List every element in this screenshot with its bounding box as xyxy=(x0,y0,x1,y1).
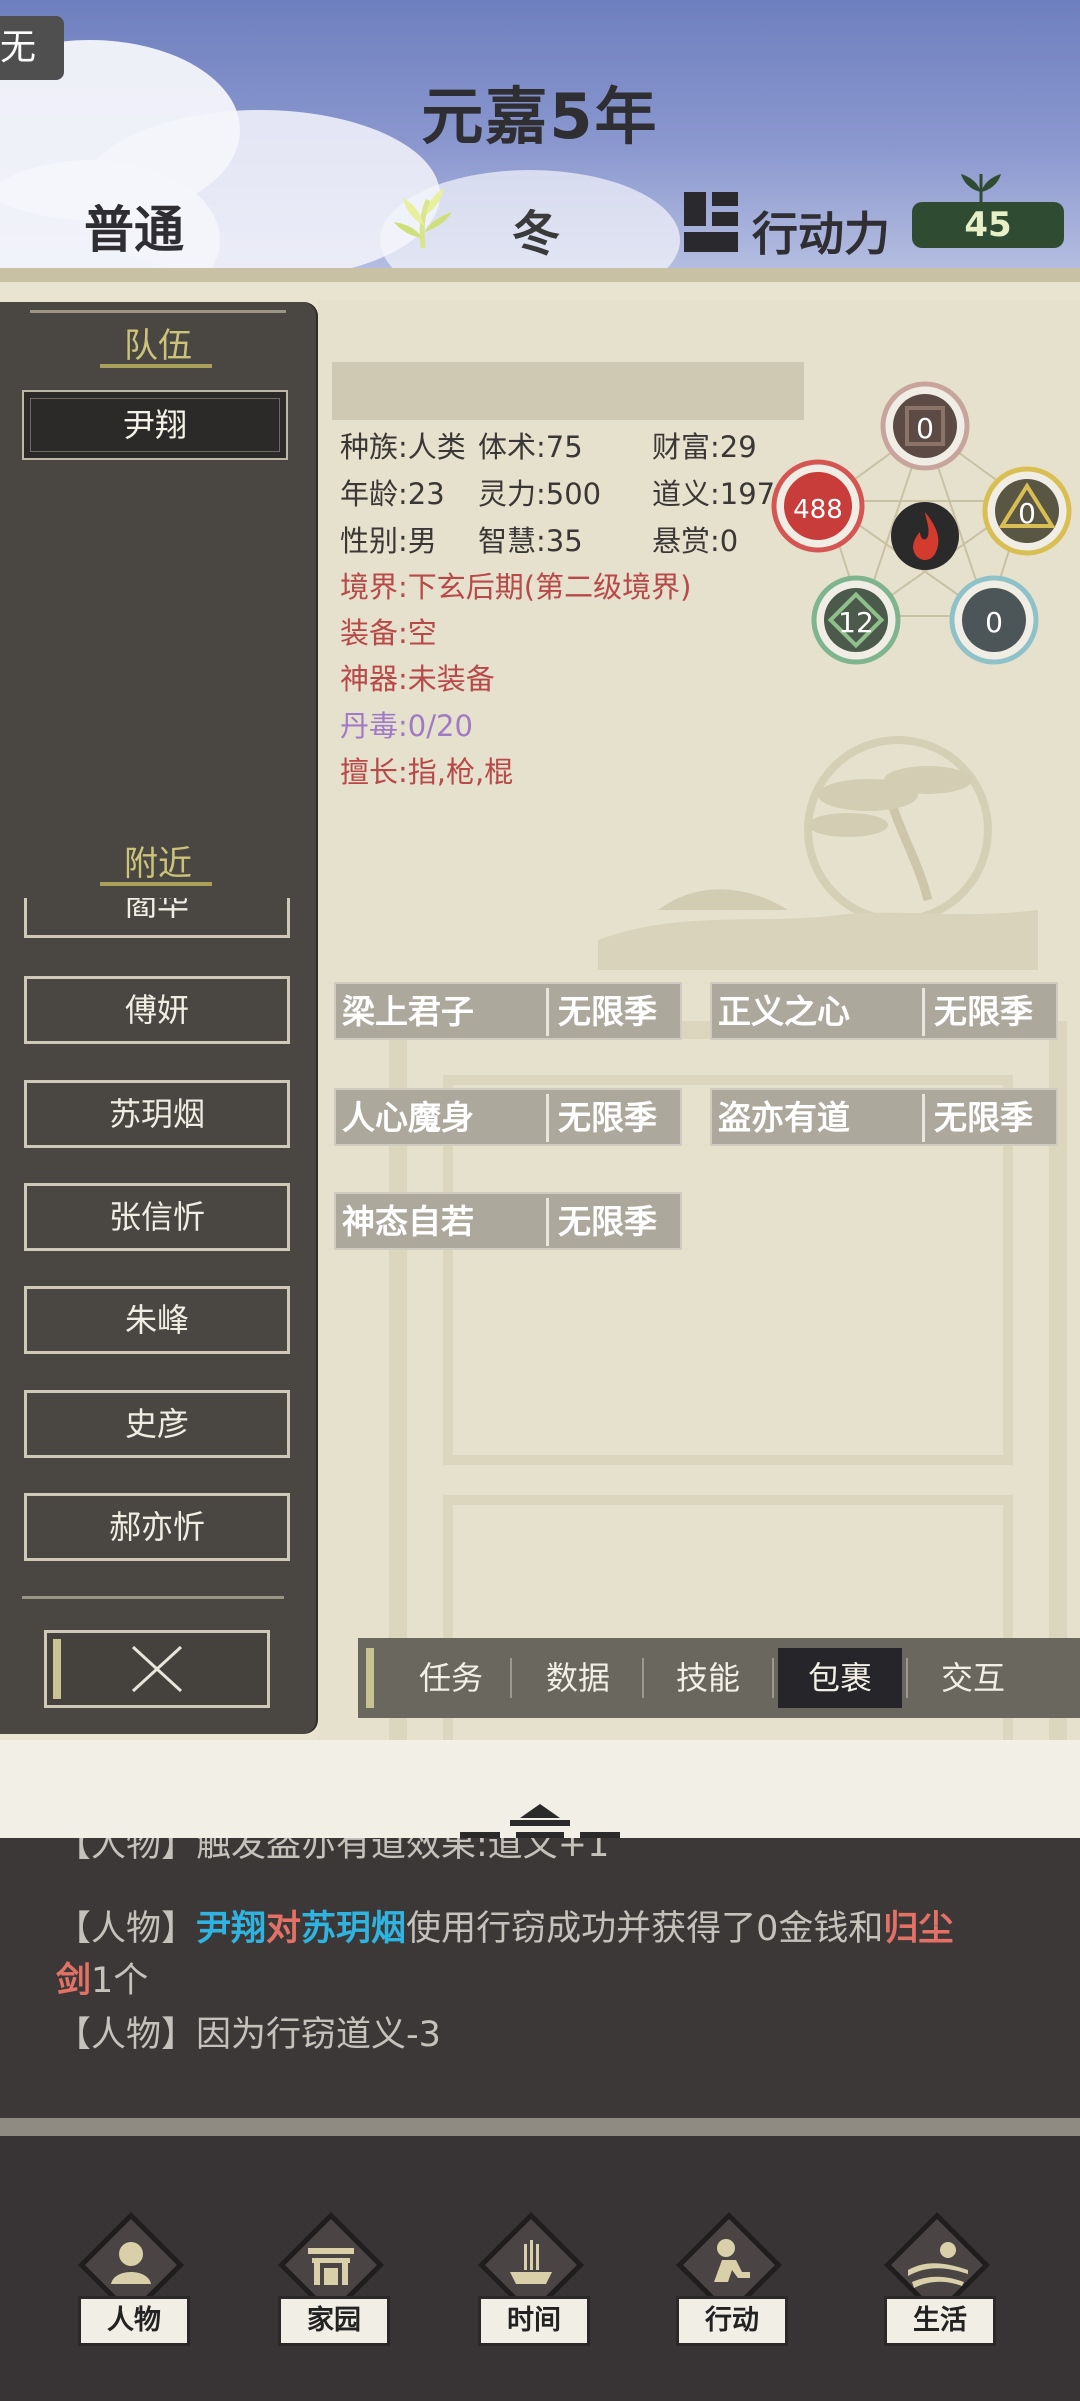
landscape-illustration xyxy=(598,736,1038,970)
nav-character[interactable]: 人物 xyxy=(56,2210,206,2346)
nav-home[interactable]: 家园 xyxy=(256,2210,406,2346)
stat-equipment: 装备:空 xyxy=(340,616,437,650)
year-title: 元嘉5年 xyxy=(421,80,659,153)
trait-name: 神态自若 xyxy=(342,1202,474,1241)
log-divider xyxy=(0,1740,1080,1840)
element-earth-value: 0 xyxy=(1018,497,1036,530)
panel-tab-bar: 任务 数据 技能 包裹 交互 xyxy=(358,1638,1080,1718)
stat-poison: 丹毒:0/20 xyxy=(340,709,473,743)
trait-duration: 无限季 xyxy=(558,992,657,1031)
trait-tag[interactable]: 人心魔身 无限季 xyxy=(334,1088,682,1146)
five-elements-wheel: 0 0 0 12 488 xyxy=(771,381,1072,665)
trait-duration: 无限季 xyxy=(558,1202,657,1241)
element-wood-value: 12 xyxy=(838,606,874,639)
nearby-item[interactable]: 傅妍 xyxy=(24,976,290,1044)
trait-name: 人心魔身 xyxy=(342,1098,474,1137)
header-divider xyxy=(0,268,1080,282)
trait-duration: 无限季 xyxy=(558,1098,657,1137)
nav-label: 家园 xyxy=(278,2296,390,2346)
trait-tag[interactable]: 梁上君子 无限季 xyxy=(334,982,682,1040)
stat-wealth: 财富:29 xyxy=(652,430,757,464)
log-target[interactable]: 苏玥烟 xyxy=(301,1909,406,1949)
event-log[interactable]: 【人物】触发盗亦有道效果:道义+1 【人物】尹翔对苏玥烟使用行窃成功并获得了0金… xyxy=(0,1838,1080,2118)
nearby-item[interactable]: 朱峰 xyxy=(24,1286,290,1354)
sidebar: 队伍 附近 閻华 傅妍 苏玥烟 张信忻 朱峰 史彦 郝亦忻 xyxy=(0,302,316,1734)
element-metal-value: 0 xyxy=(916,412,934,445)
trait-tag[interactable]: 正义之心 无限季 xyxy=(710,982,1058,1040)
stat-gender: 性别:男 xyxy=(340,524,437,558)
action-points-badge: 45 xyxy=(912,202,1064,248)
stat-race: 种族:人类 xyxy=(340,430,466,464)
trait-tag[interactable]: 盗亦有道 无限季 xyxy=(710,1088,1058,1146)
nearby-item[interactable]: 郝亦忻 xyxy=(24,1493,290,1561)
nearby-item[interactable]: 苏玥烟 xyxy=(24,1080,290,1148)
nav-action[interactable]: 行动 xyxy=(654,2210,804,2346)
stat-specialty: 擅长:指,枪,棍 xyxy=(340,755,514,789)
trait-name: 正义之心 xyxy=(718,992,850,1031)
nearby-item[interactable]: 史彦 xyxy=(24,1390,290,1458)
nearby-heading: 附近 xyxy=(124,844,192,884)
trait-tag[interactable]: 神态自若 无限季 xyxy=(334,1192,682,1250)
nearby-item[interactable]: 张信忻 xyxy=(24,1183,290,1251)
tab-tasks[interactable]: 任务 xyxy=(388,1648,514,1708)
trait-duration: 无限季 xyxy=(934,992,1033,1031)
stat-bounty: 悬赏:0 xyxy=(652,524,739,558)
action-points-label: 行动力 xyxy=(752,207,890,261)
stat-artifact: 神器:未装备 xyxy=(340,662,495,696)
top-header: 无 元嘉5年 普通 冬 行动力 45 xyxy=(0,0,1080,268)
stat-wisdom: 智慧:35 xyxy=(478,524,583,558)
tab-skills[interactable]: 技能 xyxy=(644,1648,772,1708)
element-water-value: 0 xyxy=(985,606,1003,639)
trait-name: 盗亦有道 xyxy=(718,1098,850,1137)
tab-data[interactable]: 数据 xyxy=(514,1648,642,1708)
log-line-wrap: 剑1个 xyxy=(56,1961,149,2001)
collapse-handle-icon[interactable] xyxy=(460,1798,620,1840)
tab-interact[interactable]: 交互 xyxy=(910,1648,1036,1708)
element-fire-value: 488 xyxy=(793,495,843,525)
close-button[interactable] xyxy=(44,1630,270,1708)
log-actor[interactable]: 尹翔 xyxy=(196,1909,266,1949)
log-line: 【人物】触发盗亦有道效果:道义+1 xyxy=(56,1838,610,1864)
stat-realm: 境界:下玄后期(第二级境界) xyxy=(340,570,692,604)
nav-label: 人物 xyxy=(78,2296,190,2346)
nav-life[interactable]: 生活 xyxy=(862,2210,1012,2346)
nearby-scroll-clip: 閻华 xyxy=(24,898,290,940)
log-item[interactable]: 归尘 xyxy=(883,1909,953,1949)
character-name-redacted xyxy=(332,362,804,420)
log-line: 【人物】因为行窃道义-3 xyxy=(56,2015,441,2055)
team-member-button[interactable]: 尹翔 xyxy=(22,390,288,460)
nav-time[interactable]: 时间 xyxy=(456,2210,606,2346)
nav-label: 行动 xyxy=(676,2296,788,2346)
stat-morality: 道义:197 xyxy=(652,477,776,511)
log-line: 【人物】尹翔对苏玥烟使用行窃成功并获得了0金钱和归尘 xyxy=(56,1909,954,1949)
corner-tag[interactable]: 无 xyxy=(0,16,64,80)
stat-body: 体术:75 xyxy=(478,430,583,464)
log-clipped-line: 【人物】触发盗亦有道效果:道义+1 xyxy=(0,1838,1080,1864)
nav-label: 时间 xyxy=(478,2296,590,2346)
stat-spirit: 灵力:500 xyxy=(478,477,602,511)
trait-duration: 无限季 xyxy=(934,1098,1033,1137)
trait-name: 梁上君子 xyxy=(342,992,474,1031)
log-bottom-border xyxy=(0,2118,1080,2136)
nav-label: 生活 xyxy=(884,2296,996,2346)
difficulty-label: 普通 xyxy=(84,201,184,259)
tab-inventory[interactable]: 包裹 xyxy=(778,1648,902,1708)
close-icon xyxy=(131,1645,183,1693)
season-label: 冬 xyxy=(512,206,561,262)
leaf-icon xyxy=(961,174,1001,202)
season-plant-icon xyxy=(394,188,452,249)
stat-age: 年龄:23 xyxy=(340,477,445,511)
nearby-item-partial[interactable]: 閻华 xyxy=(24,898,290,938)
team-heading: 队伍 xyxy=(124,326,192,366)
action-bars-icon xyxy=(684,192,738,252)
